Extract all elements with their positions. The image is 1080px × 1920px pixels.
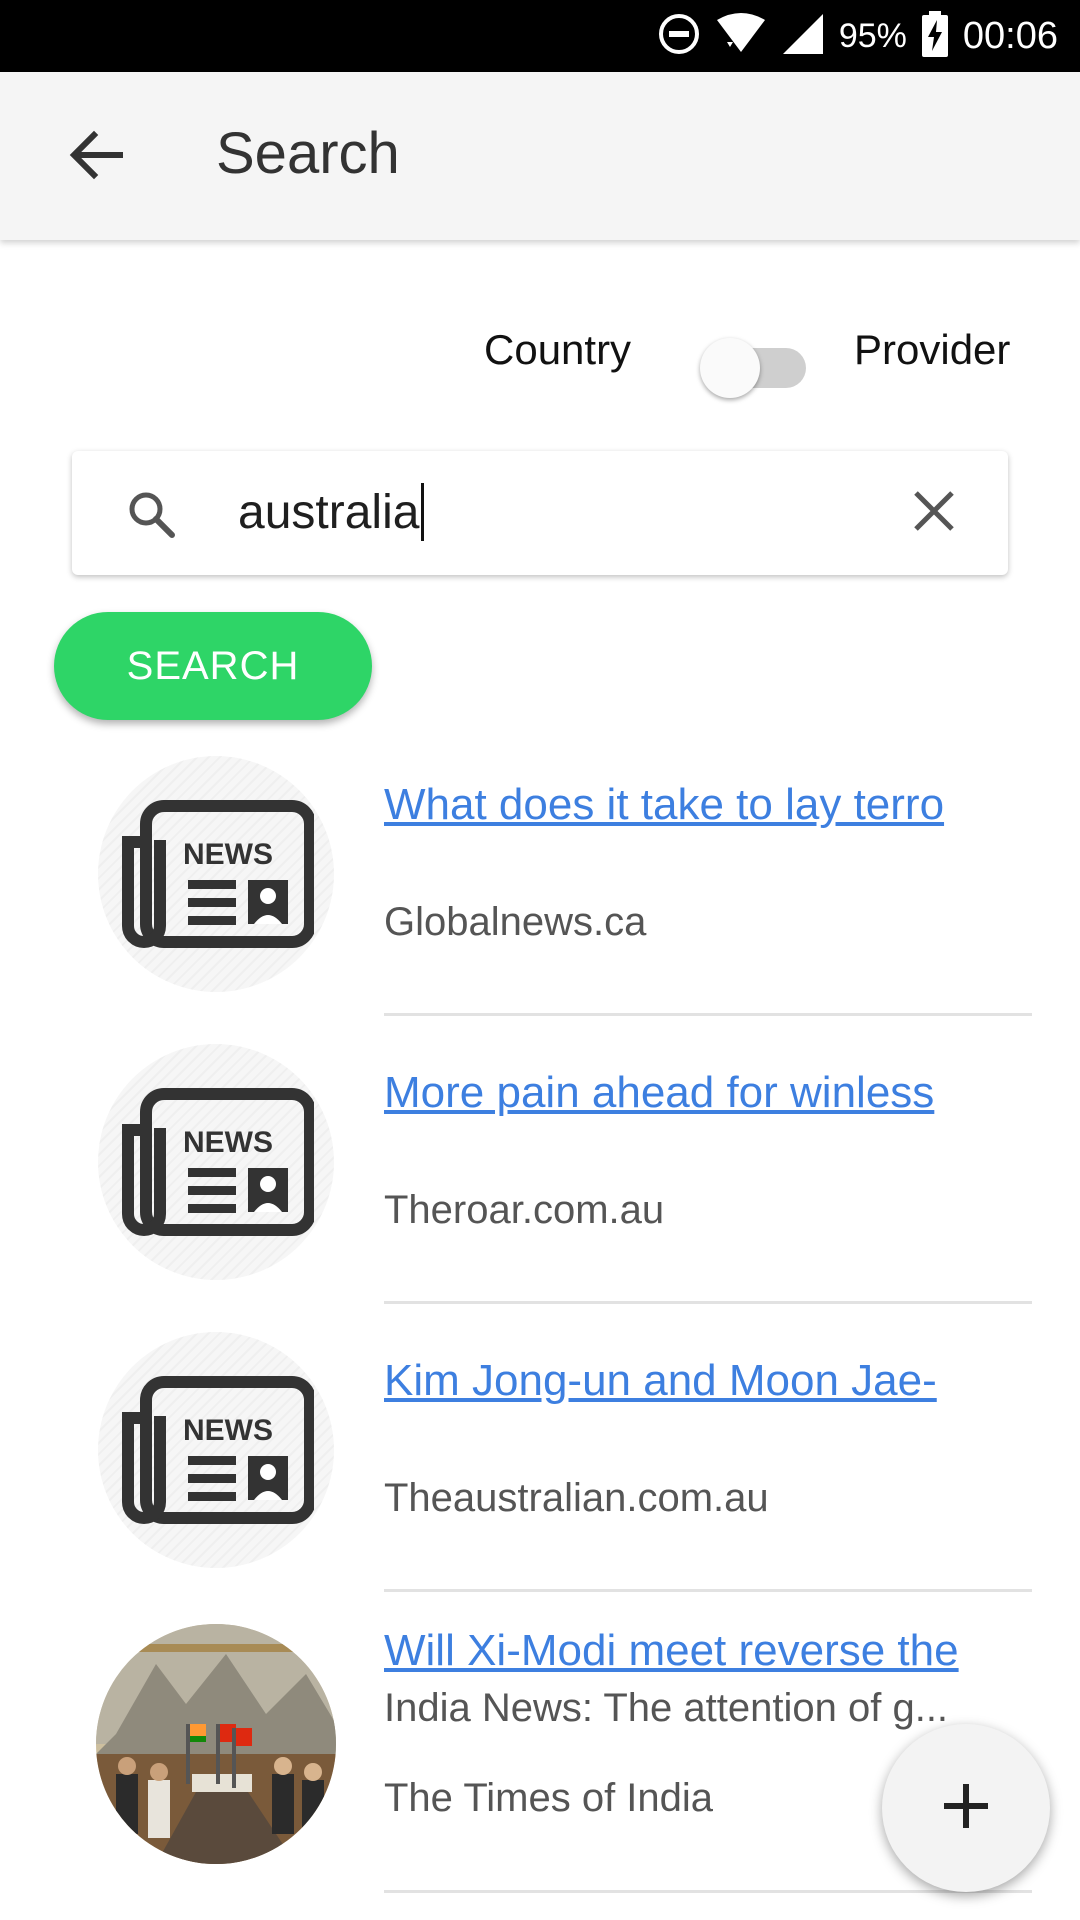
close-icon <box>912 489 956 538</box>
wifi-icon <box>715 12 767 61</box>
news-icon: NEWS <box>98 756 334 992</box>
result-source: The Times of India <box>384 1776 714 1820</box>
list-item[interactable]: NEWS Kim Jong-un and Moon Jae- Theaustra… <box>0 1316 1080 1604</box>
divider <box>384 1301 1032 1304</box>
country-provider-switch[interactable] <box>700 332 808 398</box>
result-photo <box>96 1624 336 1864</box>
result-title[interactable]: More pain ahead for winless <box>384 1068 984 1118</box>
search-icon <box>122 485 182 545</box>
svg-text:NEWS: NEWS <box>183 838 273 871</box>
result-description: India News: The attention of g... <box>384 1686 949 1730</box>
back-button[interactable] <box>56 122 136 192</box>
list-item[interactable]: NEWS More pain ahead for winless Theroar… <box>0 1028 1080 1316</box>
search-box: australia <box>72 451 1008 575</box>
result-title[interactable]: Will Xi-Modi meet reverse the <box>384 1626 984 1676</box>
add-fab-button[interactable] <box>882 1724 1050 1892</box>
svg-text:NEWS: NEWS <box>183 1126 273 1159</box>
filter-toggle-row: Country Provider <box>0 318 1080 398</box>
svg-text:NEWS: NEWS <box>183 1414 273 1447</box>
result-source: Theaustralian.com.au <box>384 1476 769 1520</box>
news-icon: NEWS <box>98 1332 334 1568</box>
plus-icon <box>940 1780 992 1837</box>
result-title[interactable]: Kim Jong-un and Moon Jae- <box>384 1356 984 1406</box>
page-title: Search <box>216 121 400 186</box>
switch-thumb <box>700 338 760 398</box>
provider-label: Provider <box>854 326 1011 373</box>
search-input[interactable]: australia <box>238 483 425 541</box>
app-bar: Search <box>0 72 1080 240</box>
arrow-back-icon <box>68 129 124 186</box>
result-title[interactable]: What does it take to lay terro <box>384 780 984 830</box>
battery-percent: 95% <box>838 16 907 55</box>
news-icon: NEWS <box>98 1044 334 1280</box>
result-source: Globalnews.ca <box>384 900 647 944</box>
divider <box>384 1013 1032 1016</box>
search-input-text: australia <box>238 485 420 539</box>
result-source: Theroar.com.au <box>384 1188 665 1232</box>
search-button[interactable]: SEARCH <box>54 612 372 720</box>
country-label: Country <box>484 326 632 373</box>
text-cursor <box>421 483 425 541</box>
clear-search-button[interactable] <box>902 481 966 545</box>
signal-icon <box>781 12 825 61</box>
divider <box>384 1890 1032 1893</box>
clock: 00:06 <box>962 14 1058 57</box>
do-not-disturb-icon <box>657 12 701 61</box>
status-bar: 95% 00:06 <box>0 0 1080 72</box>
divider <box>384 1589 1032 1592</box>
battery-charging-icon <box>921 10 949 62</box>
list-item[interactable]: NEWS What does it take to lay terro Glob… <box>0 740 1080 1028</box>
